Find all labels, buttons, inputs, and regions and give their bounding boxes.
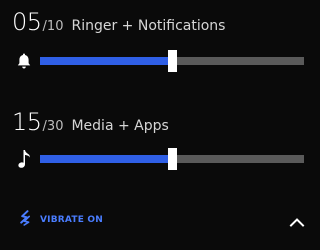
ringer-value: 05 <box>12 8 42 36</box>
music-note-icon[interactable] <box>14 149 34 169</box>
media-header: 15/30 Media + Apps <box>12 108 169 136</box>
media-slider-thumb[interactable] <box>168 148 177 170</box>
media-label: Media + Apps <box>71 118 169 134</box>
media-max: /30 <box>42 119 64 134</box>
vibrate-icon <box>18 210 32 230</box>
vibrate-toggle[interactable]: VIBRATE ON <box>18 210 103 230</box>
ringer-slider-fill <box>40 57 172 65</box>
ringer-max: /10 <box>42 19 64 34</box>
media-slider[interactable] <box>40 148 304 170</box>
ringer-header: 05/10 Ringer + Notifications <box>12 8 225 36</box>
media-slider-fill <box>40 155 172 163</box>
vibrate-label: VIBRATE ON <box>40 215 103 225</box>
media-value: 15 <box>12 108 42 136</box>
bell-icon[interactable] <box>14 51 34 71</box>
ringer-slider-thumb[interactable] <box>168 50 177 72</box>
ringer-slider[interactable] <box>40 50 304 72</box>
ringer-label: Ringer + Notifications <box>71 18 226 34</box>
chevron-up-icon[interactable] <box>286 213 308 231</box>
volume-panel: 05/10 Ringer + Notifications 15/30 Media +… <box>0 0 320 250</box>
